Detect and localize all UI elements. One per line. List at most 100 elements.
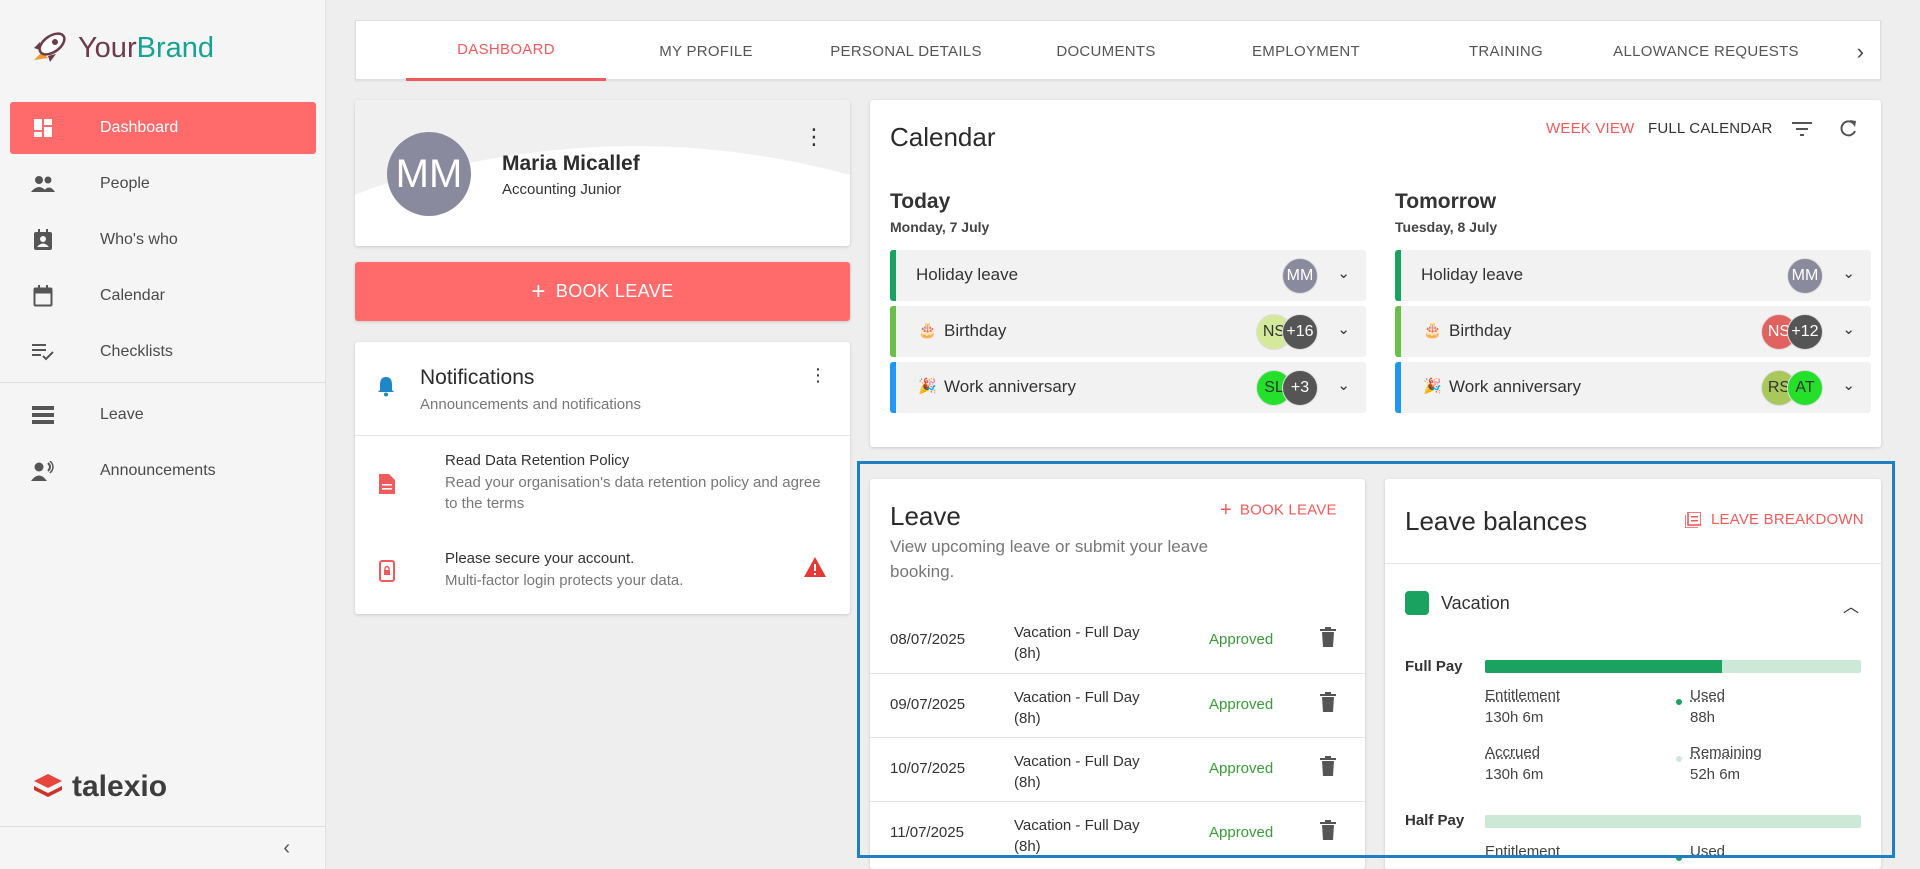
trash-icon[interactable] <box>1320 756 1336 776</box>
remaining-label: Remaining <box>1690 744 1762 761</box>
party-popper-icon: 🎉 <box>918 378 937 395</box>
chevron-down-icon[interactable]: ⌄ <box>1337 320 1350 338</box>
notification-item[interactable]: Please secure your account. Multi-factor… <box>355 550 850 600</box>
used-dot-icon <box>1676 693 1688 711</box>
event-work-anniversary[interactable]: 🎉 Work anniversary SL +3 ⌄ <box>890 362 1366 413</box>
leave-status: Approved <box>1209 631 1274 648</box>
tomorrow-date: Tuesday, 8 July <box>1395 219 1498 235</box>
half-pay-label: Half Pay <box>1405 812 1465 829</box>
sidebar-item-whos-who[interactable]: Who's who <box>10 214 316 266</box>
tab-training[interactable]: TRAINING <box>1406 21 1606 81</box>
notification-body: Multi-factor login protects your data. <box>445 572 684 589</box>
book-leave-button[interactable]: + BOOK LEAVE <box>355 262 850 321</box>
accrued-label: Accrued <box>1485 744 1541 761</box>
event-work-anniversary[interactable]: 🎉 Work anniversary RS AT ⌄ <box>1395 362 1871 413</box>
leave-icon <box>30 402 56 428</box>
leave-type: Vacation - Full Day (8h) <box>1014 624 1140 662</box>
cake-icon: 🎂 <box>1423 322 1442 339</box>
notifications-card: Notifications Announcements and notifica… <box>355 342 850 614</box>
leave-book-button[interactable]: + BOOK LEAVE <box>1220 499 1337 522</box>
sidebar-item-label: Checklists <box>100 343 173 360</box>
dashboard-icon <box>30 115 56 141</box>
sidebar-item-label: Leave <box>100 406 144 423</box>
sidebar-item-dashboard[interactable]: Dashboard <box>10 102 316 154</box>
rocket-icon <box>34 32 66 62</box>
notification-item[interactable]: Read Data Retention Policy Read your org… <box>355 452 850 522</box>
event-birthday[interactable]: 🎂 Birthday NS +12 ⌄ <box>1395 306 1871 357</box>
event-label: Work anniversary <box>944 377 1076 396</box>
brand-name-your: Your <box>78 31 137 64</box>
notifications-subtitle: Announcements and notifications <box>420 396 641 413</box>
trash-icon[interactable] <box>1320 627 1336 647</box>
event-label: Work anniversary <box>1449 377 1581 396</box>
divider <box>1385 563 1881 564</box>
week-view-button[interactable]: WEEK VIEW <box>1546 120 1634 137</box>
table-row[interactable]: 11/07/2025 Vacation - Full Day (8h) Appr… <box>870 801 1365 865</box>
tab-my-profile[interactable]: MY PROFILE <box>606 21 806 81</box>
table-row[interactable]: 10/07/2025 Vacation - Full Day (8h) Appr… <box>870 737 1365 801</box>
sidebar-item-announcements[interactable]: Announcements <box>10 445 316 497</box>
tab-employment[interactable]: EMPLOYMENT <box>1206 21 1406 81</box>
contact-card-icon <box>30 227 56 253</box>
profile-card: MM Maria Micallef Accounting Junior ⋮ <box>355 100 850 246</box>
chevron-right-icon[interactable]: › <box>1857 39 1864 65</box>
event-label: Birthday <box>944 321 1007 340</box>
sidebar-nav: Dashboard People Who's who Calendar Chec… <box>0 102 326 501</box>
document-icon <box>379 474 395 494</box>
leave-date: 08/07/2025 <box>890 631 966 648</box>
table-row[interactable]: 09/07/2025 Vacation - Full Day (8h) Appr… <box>870 673 1365 737</box>
notification-title: Read Data Retention Policy <box>445 452 630 469</box>
chevron-up-icon[interactable]: ︿ <box>1843 593 1859 617</box>
half-pay-progress-bar <box>1485 815 1861 828</box>
entitlement-value: 130h 6m <box>1485 709 1544 726</box>
sidebar-item-label: People <box>100 175 150 192</box>
chevron-down-icon[interactable]: ⌄ <box>1842 320 1855 338</box>
trash-icon[interactable] <box>1320 820 1336 840</box>
event-holiday-leave[interactable]: Holiday leave MM ⌄ <box>890 250 1366 301</box>
leave-balances-title: Leave balances <box>1405 506 1588 536</box>
more-vert-icon[interactable]: ⋮ <box>803 126 825 148</box>
filter-icon[interactable] <box>1792 122 1812 136</box>
leave-status: Approved <box>1209 696 1274 713</box>
collapse-sidebar-button[interactable]: ‹ <box>0 826 326 869</box>
sidebar-item-calendar[interactable]: Calendar <box>10 270 316 322</box>
notifications-header: Notifications Announcements and notifica… <box>355 342 850 436</box>
leave-date: 10/07/2025 <box>890 760 966 777</box>
tab-allowance-requests[interactable]: ALLOWANCE REQUESTS <box>1601 21 1811 81</box>
plus-icon: + <box>531 277 546 305</box>
event-birthday[interactable]: 🎂 Birthday NS +16 ⌄ <box>890 306 1366 357</box>
sidebar-item-label: Who's who <box>100 231 178 248</box>
chevron-down-icon[interactable]: ⌄ <box>1842 264 1855 282</box>
cake-icon: 🎂 <box>918 322 937 339</box>
tab-dashboard[interactable]: DASHBOARD <box>406 21 606 81</box>
leave-status: Approved <box>1209 760 1274 777</box>
breakdown-icon <box>1684 511 1702 529</box>
calendar-card: Calendar WEEK VIEW FULL CALENDAR Today M… <box>870 100 1881 447</box>
full-calendar-button[interactable]: FULL CALENDAR <box>1648 120 1773 137</box>
avatar: AT <box>1787 370 1823 406</box>
leave-type: Vacation - Full Day (8h) <box>1014 753 1140 791</box>
sidebar-item-leave[interactable]: Leave <box>10 389 316 441</box>
accrued-value: 130h 6m <box>1485 766 1544 783</box>
full-pay-progress-fill <box>1485 660 1722 673</box>
talexio-logo: talexio <box>32 770 167 804</box>
party-popper-icon: 🎉 <box>1423 378 1442 395</box>
leave-breakdown-label: LEAVE BREAKDOWN <box>1711 511 1864 528</box>
sidebar-item-checklists[interactable]: Checklists <box>10 326 316 378</box>
brand-logo[interactable]: YourBrand <box>28 30 214 66</box>
refresh-icon[interactable] <box>1838 119 1858 139</box>
trash-icon[interactable] <box>1320 692 1336 712</box>
chevron-down-icon[interactable]: ⌄ <box>1337 376 1350 394</box>
announcements-icon <box>30 458 56 484</box>
tab-documents[interactable]: DOCUMENTS <box>1006 21 1206 81</box>
plus-icon: + <box>1220 499 1232 521</box>
chevron-down-icon[interactable]: ⌄ <box>1337 264 1350 282</box>
chevron-down-icon[interactable]: ⌄ <box>1842 376 1855 394</box>
table-row[interactable]: 08/07/2025 Vacation - Full Day (8h) Appr… <box>870 609 1365 673</box>
tab-personal-details[interactable]: PERSONAL DETAILS <box>806 21 1006 81</box>
event-holiday-leave[interactable]: Holiday leave MM ⌄ <box>1395 250 1871 301</box>
leave-breakdown-button[interactable]: LEAVE BREAKDOWN <box>1684 511 1864 529</box>
more-vert-icon[interactable]: ⋮ <box>809 366 827 384</box>
sidebar-item-people[interactable]: People <box>10 158 316 210</box>
book-leave-label: BOOK LEAVE <box>555 281 674 301</box>
